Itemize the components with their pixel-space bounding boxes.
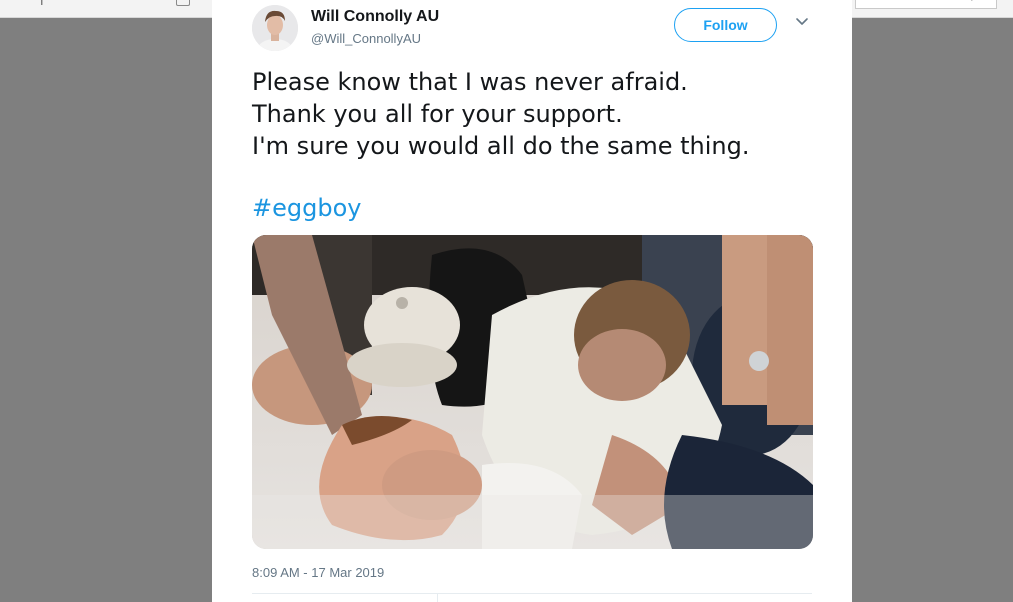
close-icon[interactable]: · xyxy=(970,0,974,6)
user-handle[interactable]: @Will_ConnollyAU xyxy=(311,31,421,46)
tweet-card: Will Connolly AU @Will_ConnollyAU Follow… xyxy=(212,0,852,602)
display-name[interactable]: Will Connolly AU xyxy=(311,8,439,26)
divider xyxy=(252,593,812,594)
tweet-line: Thank you all for your support. xyxy=(252,100,623,128)
tweet-line: Please know that I was never afraid. xyxy=(252,68,688,96)
follow-button[interactable]: Follow xyxy=(674,8,777,42)
chevron-down-icon[interactable] xyxy=(795,15,809,29)
window-control-icon[interactable] xyxy=(176,0,190,6)
tweet-photo[interactable] xyxy=(252,235,813,549)
hashtag-link[interactable]: #eggboy xyxy=(252,194,361,222)
tweet-line: I'm sure you would all do the same thing… xyxy=(252,132,750,160)
tweet-timestamp[interactable]: 8:09 AM - 17 Mar 2019 xyxy=(252,565,384,580)
toolbar-glyph-icon: ꟾ xyxy=(40,0,44,8)
tweet-text: Please know that I was never afraid. Tha… xyxy=(252,66,822,162)
divider xyxy=(437,594,438,602)
avatar[interactable] xyxy=(252,5,298,51)
search-field[interactable] xyxy=(855,0,997,9)
